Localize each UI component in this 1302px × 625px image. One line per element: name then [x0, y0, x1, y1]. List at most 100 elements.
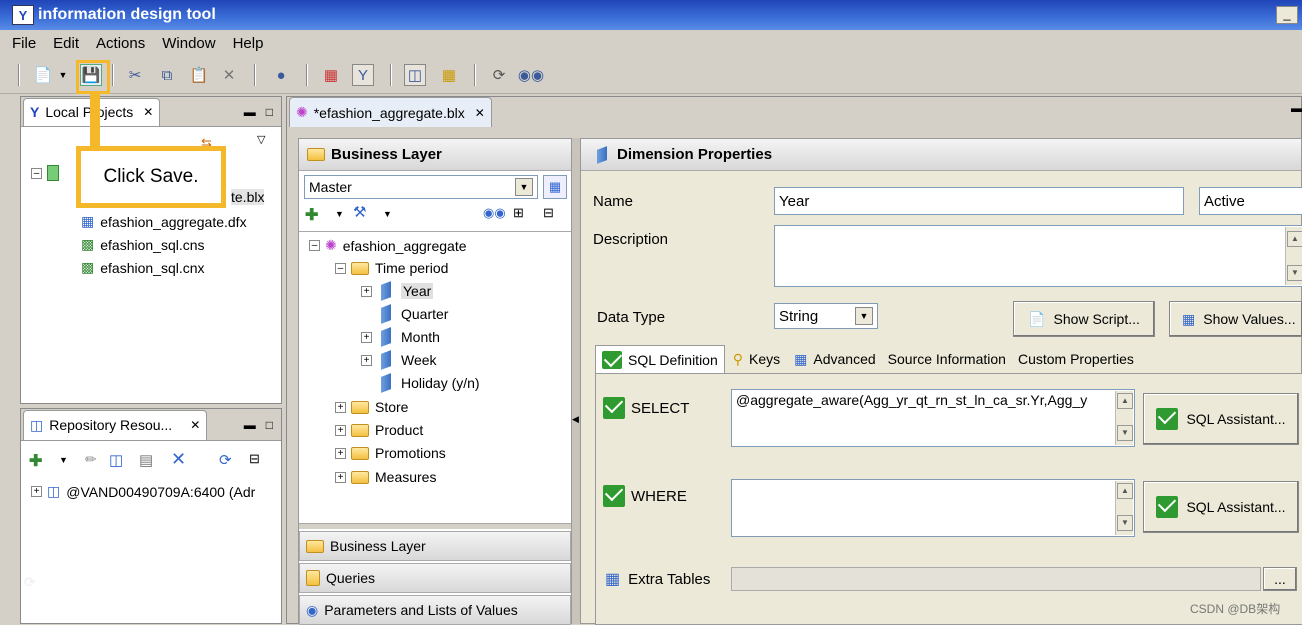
tab-custom-properties[interactable]: Custom Properties [1012, 345, 1140, 373]
project-root[interactable]: – [31, 165, 59, 181]
show-script-button[interactable]: 📄 Show Script... [1013, 301, 1155, 337]
tree-item-blx[interactable]: te.blx [231, 189, 265, 205]
show-values-button[interactable]: ▦ Show Values... [1169, 301, 1302, 337]
tab-source-information[interactable]: Source Information [882, 345, 1012, 373]
import-icon[interactable]: ▤ [139, 451, 153, 469]
where-field[interactable] [731, 479, 1135, 537]
bottom-tab-parameters[interactable]: ◉ Parameters and Lists of Values [299, 595, 571, 625]
pane-splitter[interactable]: ◀ [572, 138, 580, 624]
bottom-tab-business-layer[interactable]: Business Layer [299, 531, 571, 561]
paste-icon[interactable]: 📋 [188, 64, 210, 86]
name-field[interactable]: Year [774, 187, 1184, 215]
tree-folder-store[interactable]: + Store [335, 399, 408, 415]
menu-window[interactable]: Window [162, 35, 215, 52]
tools-dropdown-icon[interactable]: ▼ [383, 209, 392, 219]
tab-advanced[interactable]: ▦ Advanced [788, 345, 882, 373]
close-icon[interactable]: ✕ [475, 106, 485, 120]
minimize-view-icon[interactable]: ▬ [244, 105, 256, 119]
publish-icon[interactable]: ● [270, 64, 292, 86]
cut-icon[interactable]: ✂ [124, 64, 146, 86]
scroll-down-icon[interactable]: ▼ [1117, 515, 1133, 531]
tree-folder-time-period[interactable]: – Time period [335, 260, 448, 276]
scroll-up-icon[interactable]: ▲ [1287, 231, 1302, 247]
chevron-down-icon[interactable]: ▼ [855, 307, 873, 325]
tree-dimension-week[interactable]: + Week [361, 350, 437, 370]
repository-session-item[interactable]: + ◫ @VAND00490709A:6400 (Adr [31, 483, 255, 500]
maximize-view-icon[interactable]: □ [266, 418, 273, 432]
view-menu-icon[interactable]: ▽ [257, 133, 265, 146]
bottom-tab-queries[interactable]: Queries [299, 563, 571, 593]
tab-repository-label: Repository Resou... [49, 417, 173, 433]
collapse-arrow-icon[interactable]: ◀ [572, 414, 579, 425]
view-select[interactable]: Master ▼ [304, 175, 538, 199]
data-foundation-icon[interactable]: ▦ [320, 64, 342, 86]
select-field[interactable]: @aggregate_aware(Agg_yr_qt_rn_st_ln_ca_s… [731, 389, 1135, 447]
scroll-down-icon[interactable]: ▼ [1287, 265, 1302, 281]
overlay-replay-icon[interactable]: ⟳ [24, 574, 36, 591]
scroll-down-icon[interactable]: ▼ [1117, 425, 1133, 441]
tree-item-cns[interactable]: ▩ efashion_sql.cns [81, 236, 205, 253]
extra-tables-browse-button[interactable]: ... [1263, 567, 1297, 591]
collapse-all-icon[interactable]: ⊟ [249, 451, 260, 467]
menu-actions[interactable]: Actions [96, 35, 145, 52]
where-scrollbar[interactable]: ▲ ▼ [1115, 481, 1133, 535]
maximize-view-icon[interactable]: □ [266, 105, 273, 119]
chevron-down-icon[interactable]: ▼ [515, 178, 533, 196]
copy-icon[interactable]: ⧉ [156, 64, 178, 86]
add-dropdown-icon[interactable]: ▼ [59, 455, 68, 465]
sql-assistant-where-button[interactable]: SQL Assistant... [1143, 481, 1299, 533]
select-scrollbar[interactable]: ▲ ▼ [1115, 391, 1133, 445]
tree-folder-measures[interactable]: + Measures [335, 469, 436, 485]
minimize-editor-icon[interactable]: ▬ [1291, 101, 1302, 115]
check-integrity-icon[interactable]: ⟳ [488, 64, 510, 86]
scroll-up-icon[interactable]: ▲ [1117, 483, 1133, 499]
query-panel-icon[interactable]: ◫ [404, 64, 426, 86]
scroll-up-icon[interactable]: ▲ [1117, 393, 1133, 409]
splitter[interactable] [299, 523, 571, 529]
tools-icon[interactable]: ⚒ [353, 203, 366, 221]
insert-dropdown-icon[interactable]: ▼ [335, 209, 344, 219]
close-icon[interactable]: ✕ [143, 105, 153, 119]
parameters-icon[interactable]: ▦ [438, 64, 460, 86]
menu-edit[interactable]: Edit [53, 35, 79, 52]
tree-dimension-quarter[interactable]: Quarter [377, 304, 448, 324]
tree-dimension-year[interactable]: + Year [361, 281, 434, 301]
business-layer-icon[interactable]: Y [352, 64, 374, 86]
tab-keys[interactable]: ⚲ Keys [725, 345, 788, 373]
find-icon[interactable]: ◉◉ [483, 205, 506, 221]
close-session-icon[interactable]: ✕ [171, 449, 186, 470]
sql-assistant-select-button[interactable]: SQL Assistant... [1143, 393, 1299, 445]
tree-dimension-month[interactable]: + Month [361, 327, 440, 347]
close-icon[interactable]: ✕ [190, 418, 200, 432]
overlay-next-icon[interactable]: › [26, 504, 31, 522]
tree-folder-product[interactable]: + Product [335, 422, 423, 438]
description-field[interactable] [774, 225, 1302, 287]
new-dropdown-icon[interactable]: ▼ [56, 64, 70, 86]
add-session-icon[interactable]: ✚ [29, 451, 42, 471]
manage-views-icon[interactable]: ▦ [543, 175, 567, 199]
description-scrollbar[interactable]: ▲ ▼ [1285, 227, 1302, 285]
expand-all-icon[interactable]: ⊞ [513, 205, 524, 221]
menu-help[interactable]: Help [233, 35, 264, 52]
tab-sql-definition[interactable]: SQL Definition [595, 345, 725, 373]
tree-dimension-holiday[interactable]: Holiday (y/n) [377, 373, 480, 393]
new-icon[interactable]: 📄 [32, 64, 54, 86]
state-select[interactable]: Active [1199, 187, 1302, 215]
tree-item-dfx[interactable]: ▦ efashion_aggregate.dfx [81, 213, 247, 230]
session-icon[interactable]: ◫ [109, 451, 123, 469]
minimize-button[interactable]: _ [1276, 6, 1298, 24]
tree-root[interactable]: – ✺ efashion_aggregate [309, 237, 467, 254]
tree-folder-promotions[interactable]: + Promotions [335, 445, 446, 461]
minimize-view-icon[interactable]: ▬ [244, 418, 256, 432]
data-type-select[interactable]: String ▼ [774, 303, 878, 329]
find-icon[interactable]: ◉◉ [518, 64, 544, 86]
tab-repository-resources[interactable]: ◫ Repository Resou... ✕ [23, 409, 208, 440]
collapse-all-icon[interactable]: ⊟ [543, 205, 554, 221]
delete-icon[interactable]: ✕ [218, 64, 240, 86]
refresh-icon[interactable]: ⟳ [219, 451, 232, 469]
insert-icon[interactable]: ✚ [305, 205, 318, 225]
edit-icon[interactable]: ✏ [85, 451, 97, 468]
tree-item-cnx[interactable]: ▩ efashion_sql.cnx [81, 259, 205, 276]
tab-efashion-aggregate[interactable]: ✺ *efashion_aggregate.blx ✕ [289, 97, 492, 127]
menu-file[interactable]: File [12, 35, 36, 52]
